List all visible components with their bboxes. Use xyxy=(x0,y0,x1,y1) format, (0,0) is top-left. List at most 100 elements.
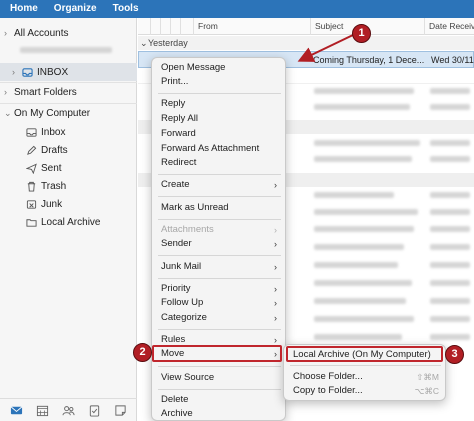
redacted-date xyxy=(430,104,470,110)
chevron-right-icon: › xyxy=(274,284,277,294)
sidebar-item-trash[interactable]: Trash xyxy=(0,177,137,195)
chevron-right-icon[interactable]: › xyxy=(12,67,22,77)
sidebar-item-label: Smart Folders xyxy=(14,86,77,98)
chevron-down-icon[interactable]: ⌄ xyxy=(4,108,14,119)
sidebar-item-label: Inbox xyxy=(41,126,66,138)
menu-divider xyxy=(158,219,281,220)
sidebar-item-label: Drafts xyxy=(41,144,68,156)
menu-item-sender[interactable]: Sender › xyxy=(152,237,287,251)
chevron-right-icon: › xyxy=(274,225,277,235)
menu-item-open-message[interactable]: Open Message xyxy=(152,61,287,75)
redacted-date xyxy=(430,88,470,94)
redacted-date xyxy=(430,156,470,162)
people-icon[interactable] xyxy=(62,404,75,417)
redacted-date xyxy=(430,280,470,286)
highlight-move xyxy=(152,345,282,362)
sidebar-item-label: On My Computer xyxy=(14,107,91,119)
sidebar-item-local-inbox[interactable]: Inbox xyxy=(0,123,137,141)
sidebar-item-label: All Accounts xyxy=(14,27,69,39)
menu-item-junk-mail[interactable]: Junk Mail › xyxy=(152,260,287,274)
chevron-down-icon[interactable]: ⌄ xyxy=(140,36,148,50)
menu-item-reply[interactable]: Reply xyxy=(152,97,287,111)
message-subject: Coming Thursday, 1 Dece... xyxy=(313,55,425,65)
annotation-badge-2: 2 xyxy=(133,343,152,362)
sidebar-item-smart-folders[interactable]: › Smart Folders xyxy=(0,83,137,101)
notes-icon[interactable] xyxy=(114,404,127,417)
sidebar-item-label: Trash xyxy=(41,180,67,192)
menu-item-reply-all[interactable]: Reply All xyxy=(152,112,287,126)
menu-item-forward-as-attachment[interactable]: Forward As Attachment xyxy=(152,142,287,156)
chevron-right-icon: › xyxy=(274,298,277,308)
menu-divider xyxy=(158,196,281,197)
redacted-date xyxy=(430,192,470,198)
sidebar-item-all-accounts[interactable]: › All Accounts xyxy=(0,24,137,42)
inbox-icon xyxy=(22,67,33,78)
chevron-right-icon: › xyxy=(274,239,277,249)
keyboard-shortcut: ⌥⌘C xyxy=(414,386,439,396)
menu-item-priority[interactable]: Priority › xyxy=(152,282,287,296)
redacted-subject xyxy=(314,104,410,110)
menu-divider xyxy=(158,389,281,390)
redacted-date xyxy=(430,226,470,232)
menu-item-label: Follow Up xyxy=(161,297,204,308)
redacted-subject xyxy=(314,226,414,232)
tab-home[interactable]: Home xyxy=(4,0,44,18)
menu-item-forward[interactable]: Forward xyxy=(152,127,287,141)
column-category[interactable] xyxy=(170,18,180,35)
trash-icon xyxy=(26,181,37,192)
sidebar-item-inbox-account[interactable]: › INBOX xyxy=(0,63,137,81)
sidebar-item-on-my-computer[interactable]: ⌄ On My Computer xyxy=(0,104,137,122)
redacted-date xyxy=(430,334,470,340)
redacted-subject xyxy=(314,262,398,268)
menu-item-label: Choose Folder... xyxy=(293,371,363,382)
junk-folder-icon xyxy=(26,199,37,210)
submenu-item-copy-to-folder[interactable]: Copy to Folder... ⌥⌘C xyxy=(284,384,447,398)
sidebar-item-local-archive[interactable]: Local Archive xyxy=(0,213,137,231)
menu-item-label: Priority xyxy=(161,283,191,294)
column-from[interactable]: From xyxy=(193,18,310,35)
tab-tools[interactable]: Tools xyxy=(107,0,145,18)
column-priority[interactable] xyxy=(180,18,190,35)
column-attachment[interactable] xyxy=(160,18,170,35)
redacted-date xyxy=(430,262,470,268)
sidebar-item-junk[interactable]: Junk xyxy=(0,195,137,213)
mail-icon[interactable] xyxy=(10,404,23,417)
submenu-item-choose-folder[interactable]: Choose Folder... ⇧⌘M xyxy=(284,370,447,384)
menu-divider xyxy=(158,278,281,279)
redacted-date xyxy=(430,316,470,322)
chevron-right-icon: › xyxy=(274,262,277,272)
menu-item-label: Rules xyxy=(161,334,186,345)
menu-item-print[interactable]: Print... xyxy=(152,75,287,89)
menu-item-follow-up[interactable]: Follow Up › xyxy=(152,296,287,310)
redacted-subject xyxy=(314,280,412,286)
sidebar-item-sent[interactable]: Sent xyxy=(0,159,137,177)
calendar-icon[interactable] xyxy=(36,404,49,417)
menu-item-delete[interactable]: Delete xyxy=(152,393,287,407)
chevron-right-icon[interactable]: › xyxy=(4,87,14,97)
redacted-date xyxy=(430,209,470,215)
annotation-badge-3: 3 xyxy=(445,345,464,364)
redacted-subject xyxy=(314,244,404,250)
menu-item-create[interactable]: Create › xyxy=(152,178,287,192)
menu-item-label: Create xyxy=(161,179,190,190)
menu-item-mark-as-unread[interactable]: Mark as Unread xyxy=(152,201,287,215)
highlight-local-archive xyxy=(286,346,443,362)
keyboard-shortcut: ⇧⌘M xyxy=(416,372,439,382)
pencil-icon xyxy=(26,145,37,156)
sidebar-item-label: INBOX xyxy=(37,66,69,78)
menu-item-redirect[interactable]: Redirect xyxy=(152,156,287,170)
redacted-date xyxy=(430,140,470,146)
redacted-subject xyxy=(314,298,406,304)
chevron-right-icon[interactable]: › xyxy=(4,28,14,38)
column-flag[interactable] xyxy=(150,18,160,35)
sidebar-item-drafts[interactable]: Drafts xyxy=(0,141,137,159)
menu-item-categorize[interactable]: Categorize › xyxy=(152,311,287,325)
group-header-yesterday[interactable]: ⌄ Yesterday xyxy=(138,36,474,50)
tasks-icon[interactable] xyxy=(88,404,101,417)
tab-organize[interactable]: Organize xyxy=(48,0,103,18)
menu-item-archive[interactable]: Archive xyxy=(152,407,287,421)
column-date-received[interactable]: Date Receiv xyxy=(424,18,474,35)
redacted-subject xyxy=(314,192,394,198)
column-status[interactable] xyxy=(138,18,150,35)
menu-item-view-source[interactable]: View Source xyxy=(152,371,287,385)
